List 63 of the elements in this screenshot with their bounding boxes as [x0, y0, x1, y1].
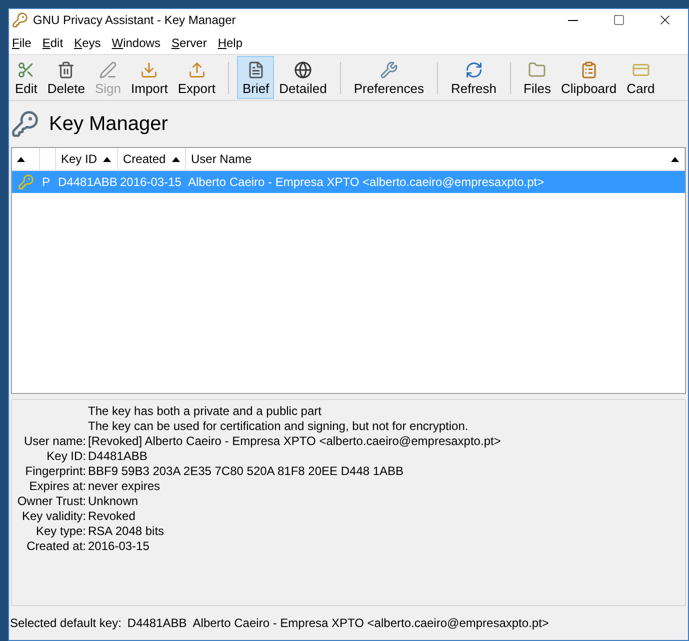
- field-value: [Revoked] Alberto Caeiro - Empresa XPTO <alberto.caeiro@empresaxpto.pt>: [88, 434, 501, 449]
- field-label: Fingerprint:: [24, 464, 87, 479]
- scissors-icon: [17, 61, 36, 79]
- field-label: Key validity:: [20, 509, 87, 524]
- column-header[interactable]: User Name: [186, 148, 685, 170]
- field-value: D4481ABB: [88, 449, 148, 464]
- export-icon: [188, 61, 206, 79]
- maximize-icon: [613, 14, 625, 26]
- menu-item[interactable]: Windows: [112, 34, 160, 52]
- card-icon: [632, 61, 650, 79]
- created-date: 2016-03-15: [119, 174, 182, 191]
- field-value: Revoked: [88, 509, 136, 524]
- menu-item[interactable]: Keys: [74, 34, 101, 52]
- pen-icon: [99, 61, 117, 79]
- field-label: Owner Trust:: [16, 494, 87, 509]
- menu-item[interactable]: Help: [218, 34, 242, 52]
- field-label: Expires at:: [28, 479, 87, 494]
- field-label: Key ID:: [46, 449, 87, 464]
- key-icon: [18, 174, 34, 190]
- key-note: The key has both a private and a public part: [88, 404, 322, 419]
- toolbar-button[interactable]: Clipboard: [556, 56, 622, 99]
- toolbar-button[interactable]: Refresh: [446, 56, 502, 99]
- status-key-id: D4481ABB: [127, 615, 187, 632]
- folder-icon: [528, 61, 546, 79]
- window-title: GNU Privacy Assistant - Key Manager: [33, 12, 236, 29]
- clipboard-icon: [580, 61, 598, 79]
- globe-icon: [294, 61, 312, 79]
- menu-item[interactable]: Edit: [42, 34, 64, 52]
- toolbar-button[interactable]: Brief: [237, 56, 274, 99]
- column-header[interactable]: Created: [118, 148, 186, 170]
- user-name: Alberto Caeiro - Empresa XPTO <alberto.caeiro@empresaxpto.pt>: [187, 174, 546, 191]
- import-icon: [140, 61, 158, 79]
- key-type: P: [41, 174, 52, 191]
- toolbar-button[interactable]: Preferences: [348, 56, 429, 99]
- field-value: 2016-03-15: [88, 539, 150, 554]
- column-header[interactable]: Key ID: [56, 148, 118, 170]
- menu-item[interactable]: Server: [171, 34, 207, 52]
- field-label: Key type:: [34, 524, 87, 539]
- key-id: D4481ABB: [57, 174, 118, 191]
- toolbar-button[interactable]: Card: [622, 56, 660, 99]
- page-heading: Key Manager: [49, 112, 168, 137]
- field-label: User name:: [22, 434, 87, 449]
- field-value: RSA 2048 bits: [88, 524, 164, 539]
- menu-item[interactable]: File: [12, 34, 32, 52]
- key-note: The key can be used for certification and signing, but not for encryption.: [88, 419, 468, 434]
- document-icon: [246, 61, 265, 79]
- tools-icon: [380, 61, 398, 79]
- field-value: Unknown: [88, 494, 138, 509]
- toolbar-button[interactable]: Detailed: [274, 56, 332, 99]
- status-user-name: Alberto Caeiro - Empresa XPTO <alberto.caeiro@empresaxpto.pt>: [192, 615, 549, 632]
- toolbar-button[interactable]: Delete: [42, 56, 90, 99]
- toolbar-button[interactable]: Export: [172, 56, 220, 99]
- toolbar-button[interactable]: Import: [126, 56, 173, 99]
- app-icon: [12, 12, 28, 28]
- field-value: BBF9 59B3 203A 2E35 7C80 520A 81F8 20EE D448 1ABB: [88, 464, 404, 479]
- toolbar-button[interactable]: Edit: [10, 56, 42, 99]
- toolbar-button[interactable]: Files: [518, 56, 556, 99]
- trash-icon: [57, 61, 76, 79]
- field-label: Created at:: [26, 539, 87, 554]
- keys-icon: [11, 110, 39, 138]
- refresh-icon: [464, 61, 483, 79]
- status-label: Selected default key:: [10, 615, 122, 632]
- field-value: never expires: [88, 479, 160, 494]
